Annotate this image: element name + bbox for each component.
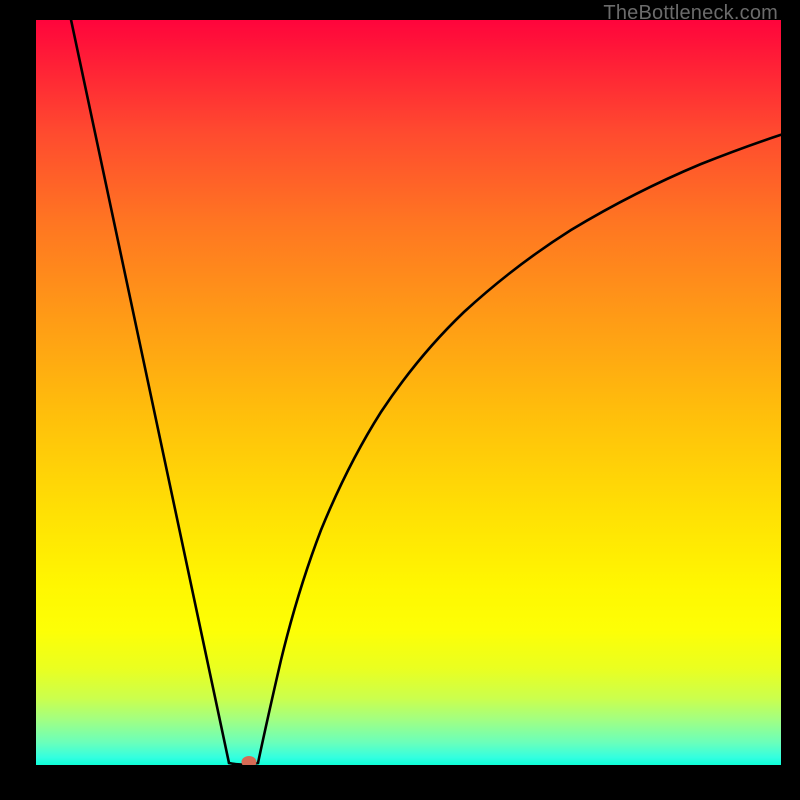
optimal-point-marker xyxy=(242,756,257,765)
chart-frame: TheBottleneck.com xyxy=(0,0,800,800)
bottleneck-curve xyxy=(36,20,781,765)
curve-left-branch xyxy=(70,20,229,763)
curve-right-branch xyxy=(258,130,781,763)
plot-area xyxy=(36,20,781,765)
watermark-text: TheBottleneck.com xyxy=(603,2,778,25)
